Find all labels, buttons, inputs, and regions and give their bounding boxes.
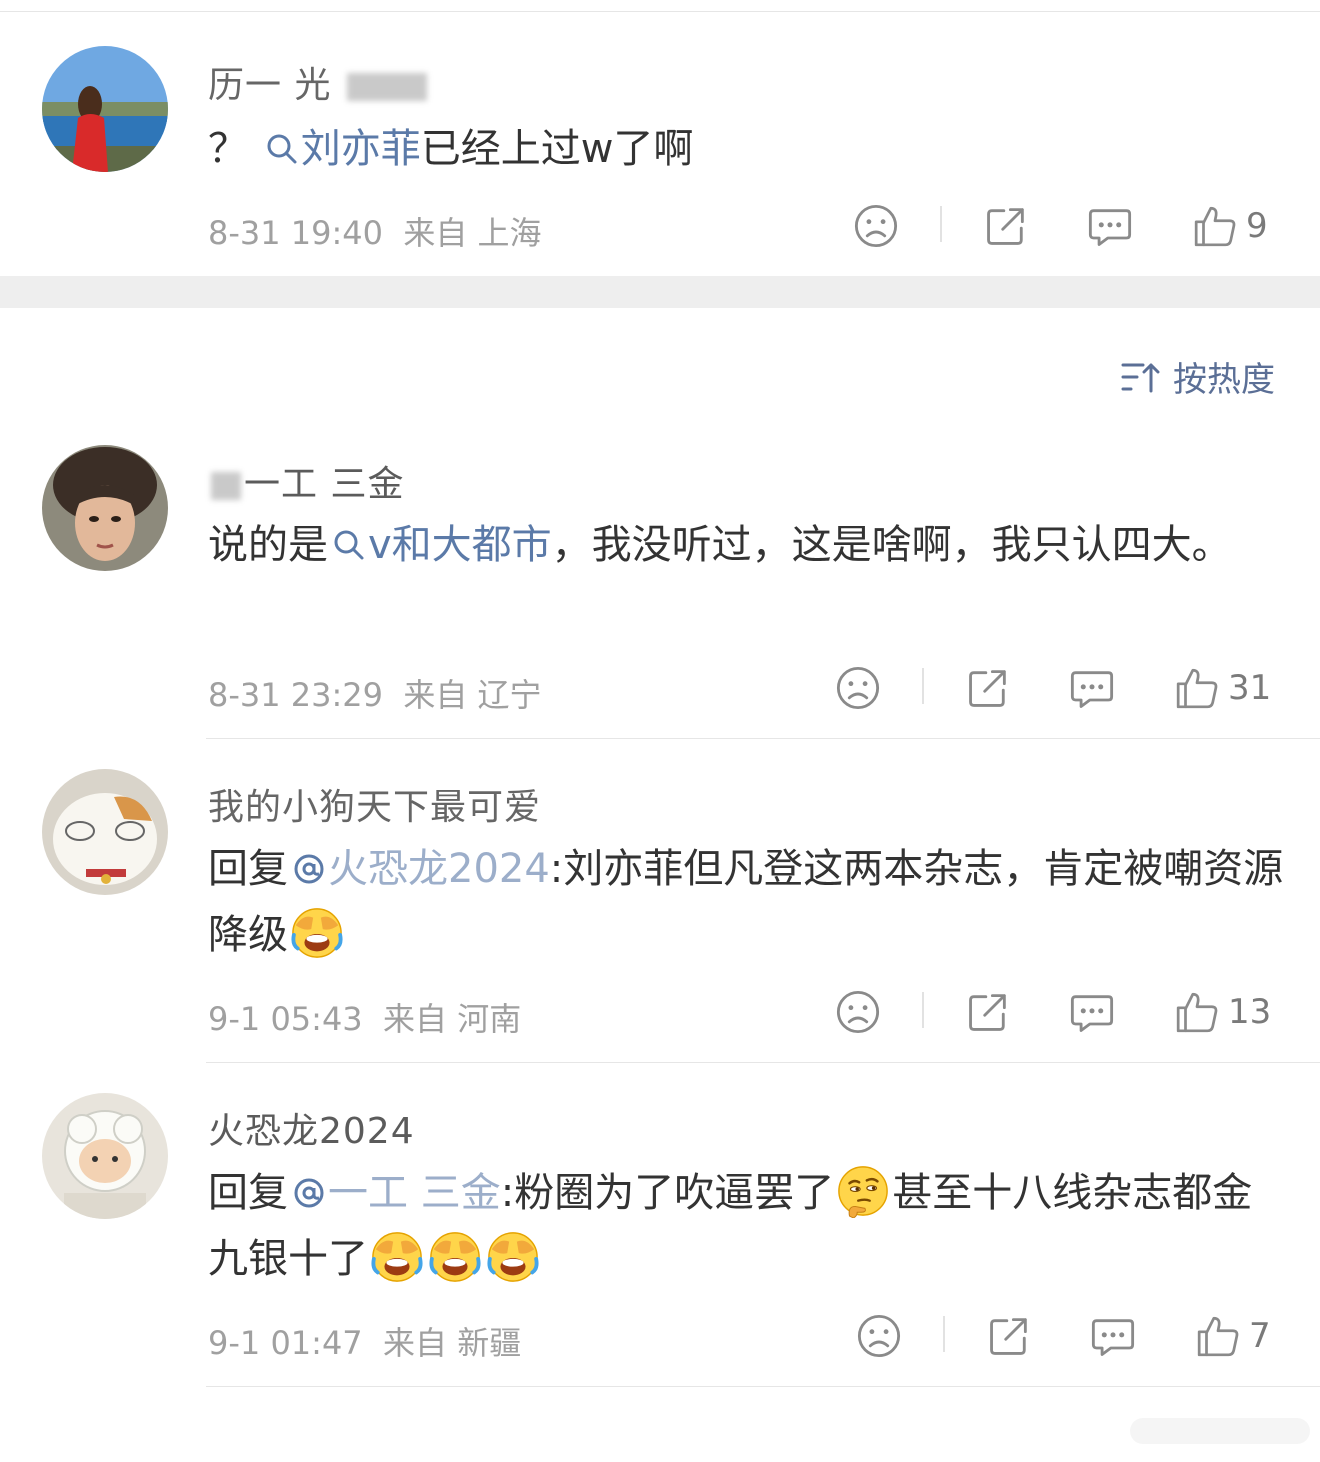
facepalm-laugh-emoji (370, 1230, 424, 1284)
comment-bubble-icon (1086, 202, 1134, 250)
facepalm-laugh-emoji (428, 1230, 482, 1284)
share-button[interactable] (985, 1308, 1033, 1364)
avatar[interactable] (42, 46, 168, 172)
dislike-button[interactable] (855, 1308, 903, 1364)
sort-icon (1121, 363, 1160, 392)
username[interactable]: 一工 三金 (208, 455, 404, 507)
like-count: 9 (1246, 206, 1268, 246)
like-button[interactable]: 9 (1192, 198, 1268, 254)
like-count: 31 (1228, 668, 1272, 708)
like-button[interactable]: 31 (1174, 660, 1271, 716)
dislike-button[interactable] (834, 984, 882, 1040)
thumbs-up-icon (1174, 665, 1220, 711)
frown-face-icon (834, 988, 882, 1036)
redaction-blur (211, 472, 241, 500)
avatar[interactable] (42, 1093, 168, 1219)
share-icon (985, 1312, 1033, 1360)
search-icon (332, 528, 366, 562)
separator (922, 668, 924, 704)
share-icon (964, 664, 1012, 712)
section-gap (0, 276, 1320, 308)
frown-face-icon (852, 202, 900, 250)
action-bar: 9 (0, 198, 1320, 254)
facepalm-laugh-emoji (486, 1230, 540, 1284)
share-icon (982, 202, 1030, 250)
like-count: 7 (1249, 1316, 1271, 1356)
action-bar: 31 (0, 660, 1320, 716)
comment-divider (206, 1386, 1320, 1387)
reply-button[interactable] (1068, 984, 1116, 1040)
search-icon (265, 132, 299, 166)
facepalm-laugh-emoji (290, 906, 344, 960)
dislike-button[interactable] (834, 660, 882, 716)
separator (943, 1316, 945, 1352)
separator (940, 206, 942, 242)
action-bar: 7 (0, 1308, 1320, 1364)
reply-button[interactable] (1089, 1308, 1137, 1364)
frown-face-icon (855, 1312, 903, 1360)
at-icon (292, 1176, 326, 1210)
comment-bubble-icon (1068, 988, 1116, 1036)
comment-text: 说的是 v和大都市，我没听过，这是啥啊，我只认四大。 (208, 522, 1232, 568)
avatar[interactable] (42, 445, 168, 571)
mention-link[interactable]: 一工 三金 (288, 1170, 501, 1216)
like-count: 13 (1228, 992, 1272, 1032)
reply-button[interactable] (1068, 660, 1116, 716)
comment-text: 回复 火恐龙2024:刘亦菲但凡登这两本杂志，肯定被嘲资源降级 (208, 846, 1284, 960)
comment-divider (206, 738, 1320, 739)
sort-toggle[interactable]: 按热度 (1121, 352, 1275, 401)
separator (922, 992, 924, 1028)
thumbs-up-icon (1195, 1313, 1241, 1359)
redaction-blur (346, 73, 427, 101)
username[interactable]: 我的小狗天下最可爱 (208, 778, 541, 830)
like-button[interactable]: 13 (1174, 984, 1271, 1040)
share-button[interactable] (964, 984, 1012, 1040)
mention-link[interactable]: 火恐龙2024 (288, 846, 550, 892)
like-button[interactable]: 7 (1195, 1308, 1271, 1364)
comment-text: 回复 一工 三金:粉圈为了吹逼罢了 甚至十八线杂志都金九银十了 (208, 1160, 1288, 1292)
reply-button[interactable] (1086, 198, 1134, 254)
comment-bubble-icon (1089, 1312, 1137, 1360)
username[interactable]: 火恐龙2024 (208, 1102, 415, 1154)
search-topic-link[interactable]: v和大都市 (328, 522, 552, 568)
frown-face-icon (834, 664, 882, 712)
comment-text: ？ 刘亦菲已经上过w了啊 (208, 126, 694, 172)
avatar[interactable] (42, 769, 168, 895)
dislike-button[interactable] (852, 198, 900, 254)
top-divider (0, 11, 1320, 12)
search-topic-link[interactable]: 刘亦菲 (261, 126, 421, 172)
username[interactable]: 历一 光 (208, 56, 430, 108)
comment-bubble-icon (1068, 664, 1116, 712)
share-button[interactable] (982, 198, 1030, 254)
share-button[interactable] (964, 660, 1012, 716)
thumbs-up-icon (1192, 203, 1238, 249)
action-bar: 13 (0, 984, 1320, 1040)
share-icon (964, 988, 1012, 1036)
thinking-face-emoji (836, 1164, 890, 1218)
thumbs-up-icon (1174, 989, 1220, 1035)
watermark-logo (1130, 1414, 1310, 1448)
comment-divider (206, 1062, 1320, 1063)
at-icon (292, 852, 326, 886)
